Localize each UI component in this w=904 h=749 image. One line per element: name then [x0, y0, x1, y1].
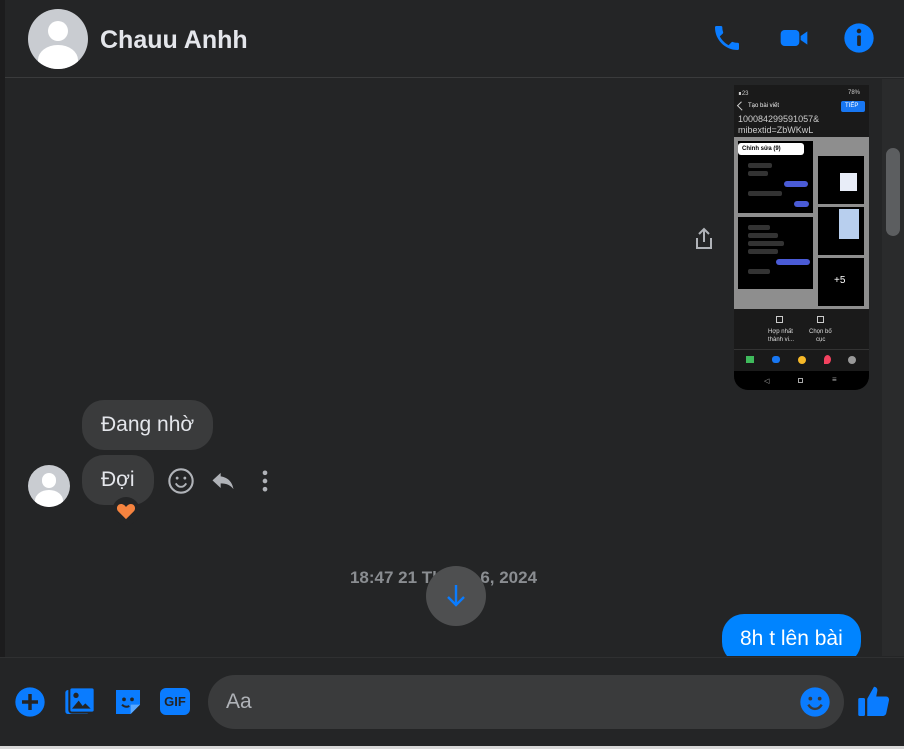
phone-merge-icon: [776, 316, 783, 323]
phone-app-title: Tạo bài viết: [748, 103, 780, 109]
heart-reaction-icon[interactable]: [112, 497, 140, 525]
phone-merge-label-1: Hợp nhất: [768, 329, 793, 335]
arrow-down-icon: [447, 585, 465, 607]
gallery-icon[interactable]: [64, 686, 96, 718]
scroll-to-bottom-button[interactable]: [426, 566, 486, 626]
sender-avatar[interactable]: [28, 465, 70, 507]
phone-edit-label: Chỉnh sửa (9): [742, 146, 781, 152]
more-icon[interactable]: [251, 467, 279, 495]
plus-icon[interactable]: [14, 686, 46, 718]
react-icon[interactable]: [167, 467, 195, 495]
phone-nav-bar: ◁ ≡: [734, 371, 869, 390]
phone-battery: 78%: [848, 90, 861, 96]
message-list[interactable]: ∎23 78% Tạo bài viết TIẾP 10008429959105…: [5, 79, 882, 656]
reply-icon[interactable]: [209, 467, 237, 495]
incoming-message[interactable]: Đang nhờ: [82, 400, 214, 450]
like-icon[interactable]: [856, 683, 892, 719]
phone-icon[interactable]: [711, 22, 743, 54]
share-icon[interactable]: [693, 227, 715, 251]
message-input-box[interactable]: [208, 675, 844, 729]
outgoing-message[interactable]: 8h t lên bài: [722, 614, 861, 656]
phone-link-line2: mibextid=ZbWKwL: [738, 125, 814, 135]
chat-header: Chauu Anhh: [5, 0, 904, 78]
phone-link-line1: 100084299591057&: [738, 114, 820, 124]
sticker-icon[interactable]: [112, 686, 144, 718]
contact-name[interactable]: Chauu Anhh: [100, 26, 248, 55]
composer: GIF: [0, 657, 904, 749]
emoji-icon[interactable]: [799, 686, 831, 718]
incoming-message[interactable]: Đợi: [82, 455, 154, 505]
phone-layout-icon: [817, 316, 824, 323]
scrollbar-thumb[interactable]: [886, 148, 900, 236]
gif-icon[interactable]: GIF: [160, 686, 192, 718]
contact-avatar[interactable]: [28, 9, 88, 69]
phone-layout-label-1: Chọn bố: [809, 329, 832, 335]
phone-more-count: +5: [834, 275, 846, 286]
phone-image-grid: Chỉnh sửa (9) +5: [734, 137, 869, 309]
phone-next-button: TIẾP: [841, 101, 865, 112]
image-attachment[interactable]: ∎23 78% Tạo bài viết TIẾP 10008429959105…: [734, 85, 869, 390]
message-input[interactable]: [226, 675, 786, 729]
messenger-window: Chauu Anhh ∎23 78% Tạo bài viết TIẾP 100…: [0, 0, 904, 749]
phone-tool-row: [734, 349, 869, 369]
video-call-icon[interactable]: [778, 22, 810, 54]
phone-status-time: ∎23: [738, 91, 749, 97]
phone-merge-label-2: thành vi...: [768, 337, 795, 343]
gif-label: GIF: [164, 694, 186, 709]
phone-layout-label-2: cục: [816, 337, 826, 343]
info-icon[interactable]: [843, 22, 875, 54]
